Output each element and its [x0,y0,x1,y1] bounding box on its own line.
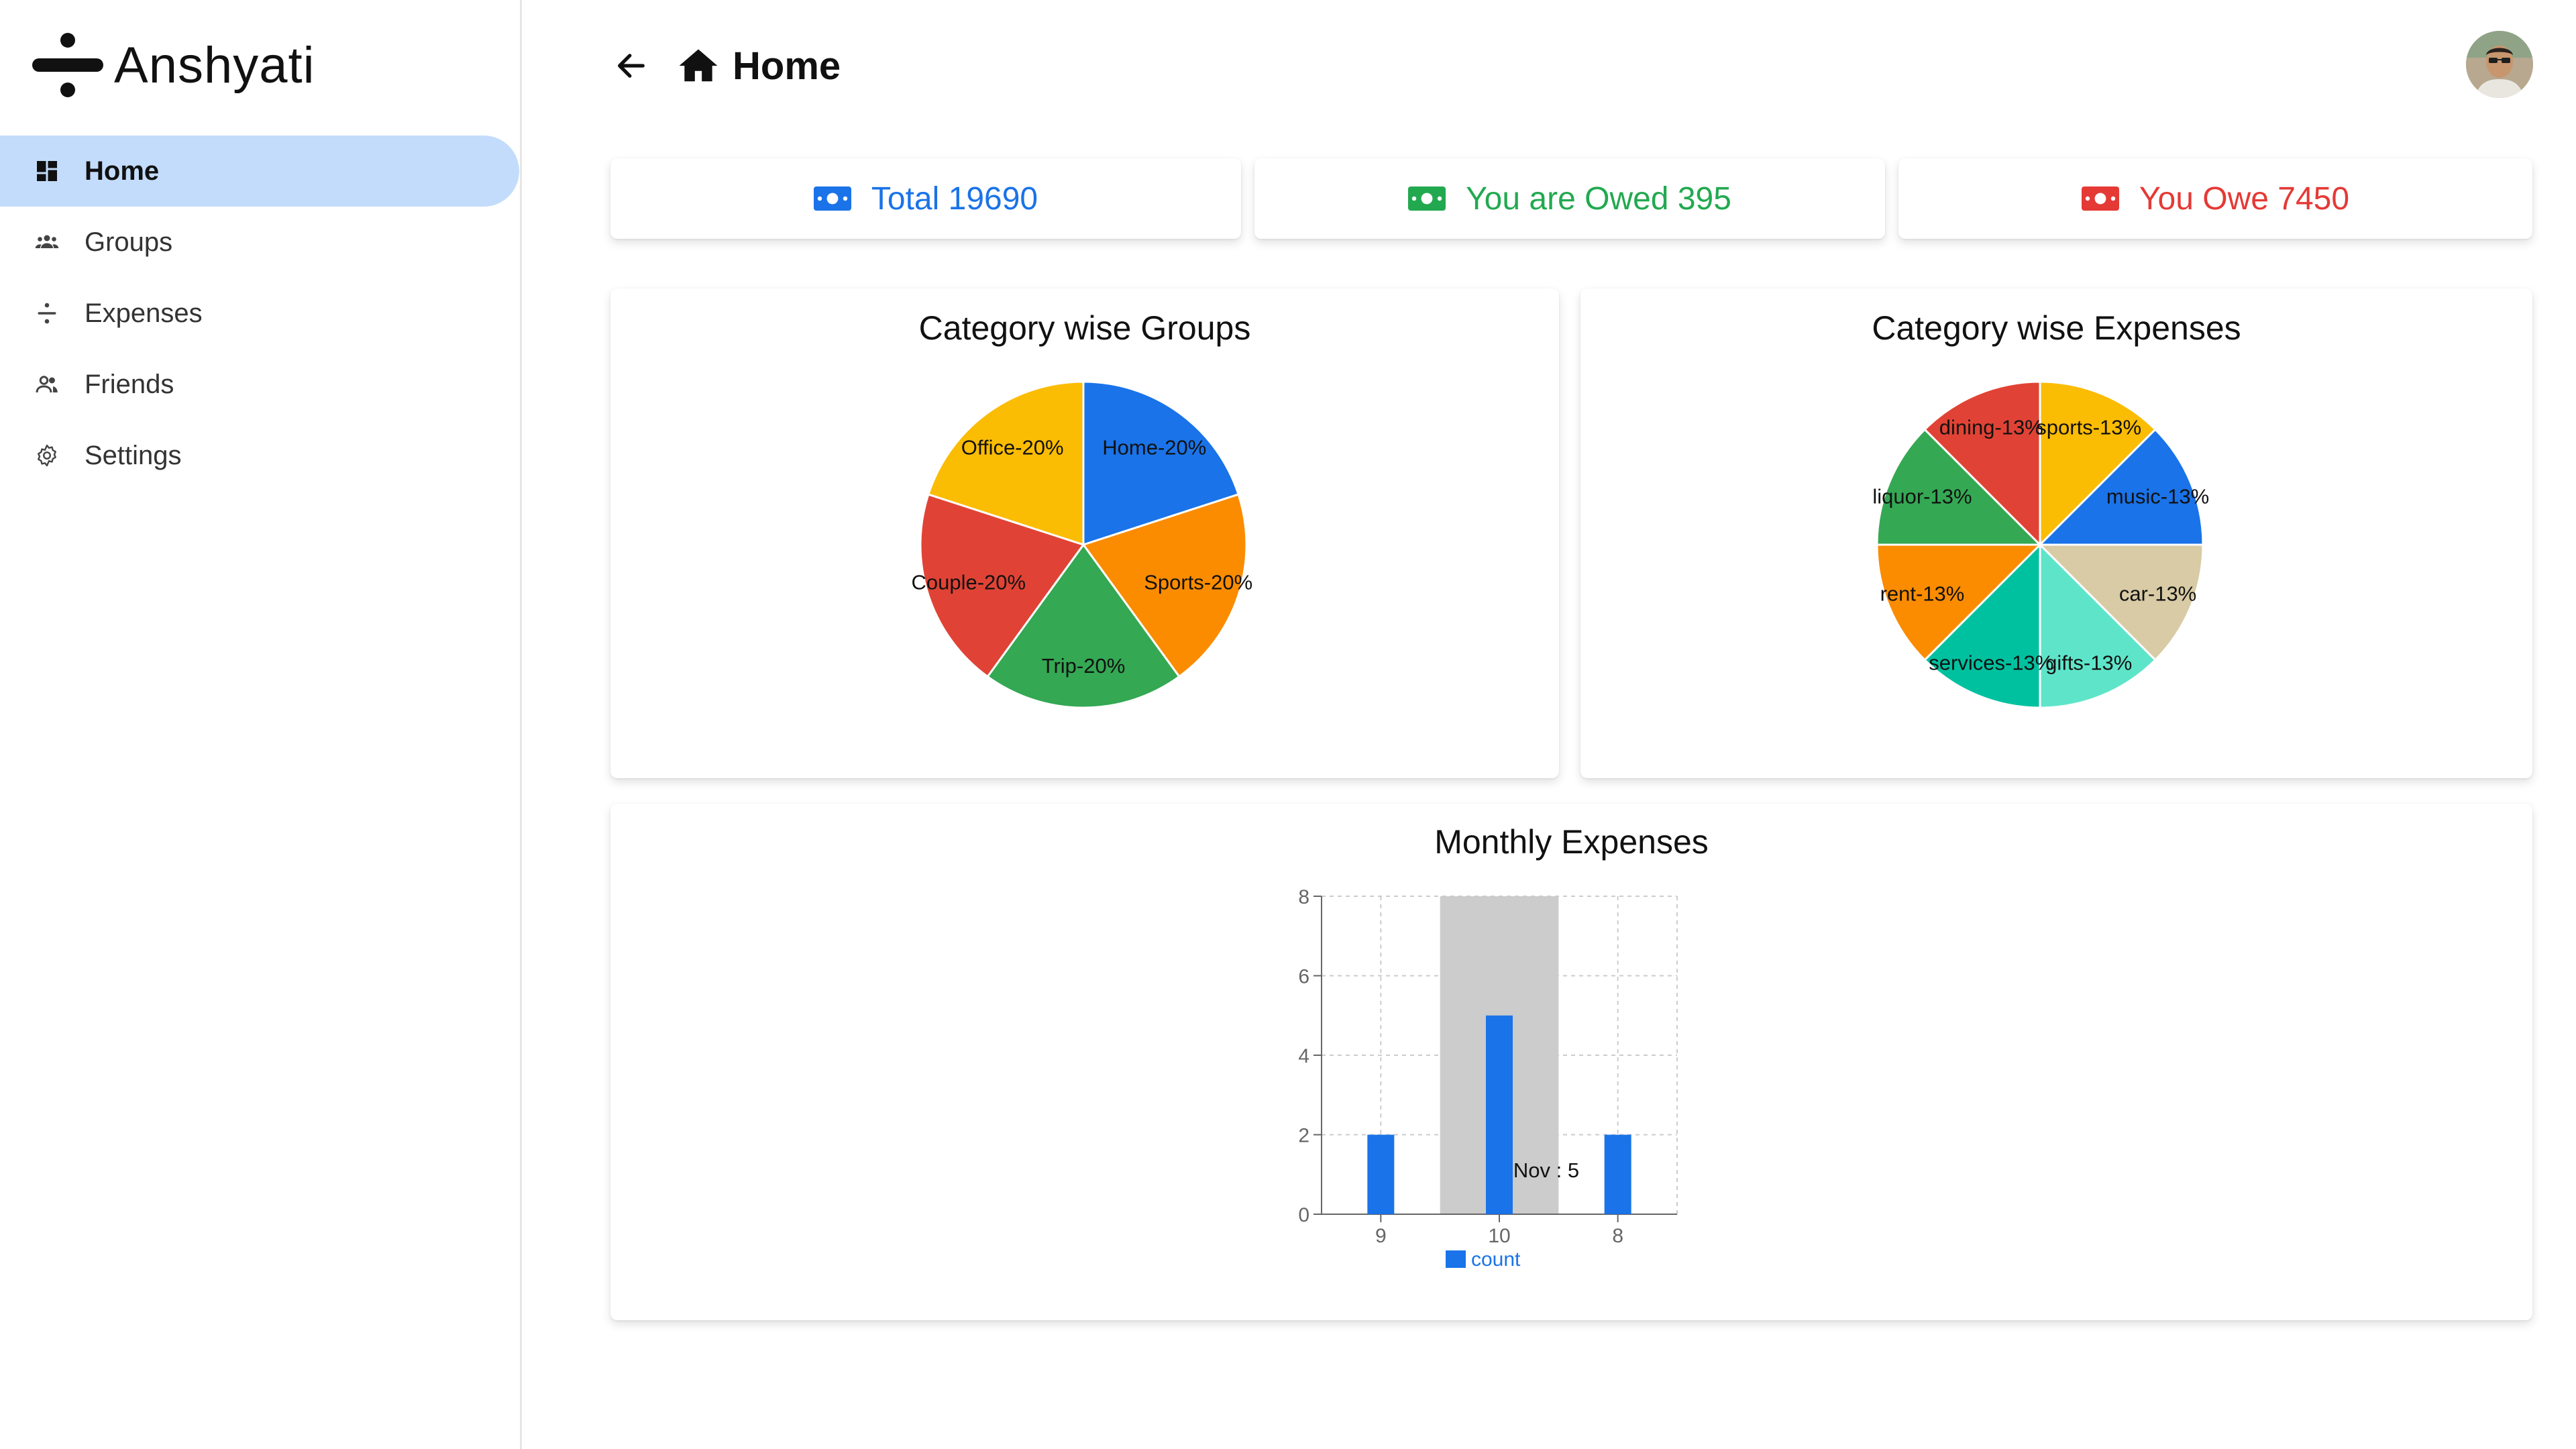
owe-amount: You Owe 7450 [2139,180,2350,217]
monthly-expenses-bar-chart: 0 2 4 6 8 9 10 8 Nov : 5 count [1298,886,1678,1271]
sidebar-item-label: Settings [85,440,182,470]
sidebar: Anshyati Home Groups Expenses Friends Se… [0,0,522,1449]
owe-card: You Owe 7450 [1898,158,2532,239]
money-icon [813,186,851,211]
bar[interactable] [1367,1134,1395,1215]
total-amount: Total 19690 [871,180,1038,217]
money-icon [1408,186,1446,211]
y-tick-label: 0 [1298,1204,1309,1226]
sidebar-nav: Home Groups Expenses Friends Settings [0,136,522,491]
pie-slice-label: sports-13% [2036,415,2141,439]
sidebar-item-friends[interactable]: Friends [0,349,522,420]
pie-slice-label: services-13% [1929,651,2053,675]
tooltip-text: Nov : 5 [1513,1159,1579,1182]
bar[interactable] [1604,1134,1631,1215]
app-logo[interactable]: Anshyati [32,28,315,102]
pie-slice-label: Couple-20% [912,571,1026,594]
page-title-text: Home [733,44,841,88]
page-title: Home [678,39,841,93]
dashboard-icon [34,158,60,184]
arrow-left-icon [618,54,645,78]
bar[interactable] [1486,1015,1513,1214]
expenses-icon [34,300,60,327]
x-tick-label: 8 [1612,1225,1623,1247]
pie-slice-label: music-13% [2106,484,2209,508]
back-button[interactable] [607,42,655,90]
sidebar-item-home[interactable]: Home [0,136,519,207]
pie-slice-label: gifts-13% [2045,651,2132,675]
pie-slice-label: Sports-20% [1144,571,1252,594]
groups-pie-chart: Home-20% Sports-20% Trip-20% Couple-20% Offi… [912,380,1252,709]
sidebar-item-label: Home [85,156,160,186]
sidebar-item-settings[interactable]: Settings [0,420,522,491]
y-tick-label: 8 [1298,886,1309,908]
sidebar-item-label: Expenses [85,298,203,328]
monthly-expenses-card: Monthly Expenses 0 2 4 6 8 9 10 8 Nov : 5 count [610,804,2532,1320]
user-avatar[interactable] [2466,31,2533,98]
divide-logo-icon [32,32,103,99]
legend-swatch [1446,1250,1466,1268]
y-tick-label: 2 [1298,1125,1309,1147]
sidebar-item-label: Groups [85,227,173,257]
pie-slice-label: Office-20% [961,435,1064,459]
app-name: Anshyati [114,36,315,94]
sidebar-item-groups[interactable]: Groups [0,207,522,278]
x-tick-label: 9 [1375,1225,1387,1247]
home-icon [679,49,718,82]
pie-slice-label: dining-13% [1939,415,2043,439]
owed-card: You are Owed 395 [1254,158,1885,239]
pie-slice-label: liquor-13% [1872,484,1972,508]
owed-amount: You are Owed 395 [1466,180,1731,217]
expenses-pie-card: Category wise Expenses sports-13% music-1… [1580,288,2532,778]
expenses-pie-chart: sports-13% music-13% car-13% gifts-13%servi… [1872,380,2209,709]
y-tick-label: 4 [1298,1045,1309,1067]
friends-icon [34,371,60,398]
x-tick-label: 10 [1488,1225,1510,1247]
settings-icon [34,442,60,469]
groups-pie-card: Category wise Groups Home-20% Sports-20% T… [610,288,1559,778]
groups-icon [34,229,60,256]
sidebar-item-label: Friends [85,369,174,399]
pie-slice-label: Home-20% [1102,435,1206,459]
total-card: Total 19690 [610,158,1241,239]
y-tick-label: 6 [1298,966,1309,988]
legend-label[interactable]: count [1471,1248,1521,1271]
pie-slice-label: Trip-20% [1042,654,1126,678]
money-icon [2081,186,2119,211]
sidebar-item-expenses[interactable]: Expenses [0,278,522,349]
pie-slice-label: car-13% [2119,582,2196,606]
pie-slice-label: rent-13% [1880,582,1965,606]
